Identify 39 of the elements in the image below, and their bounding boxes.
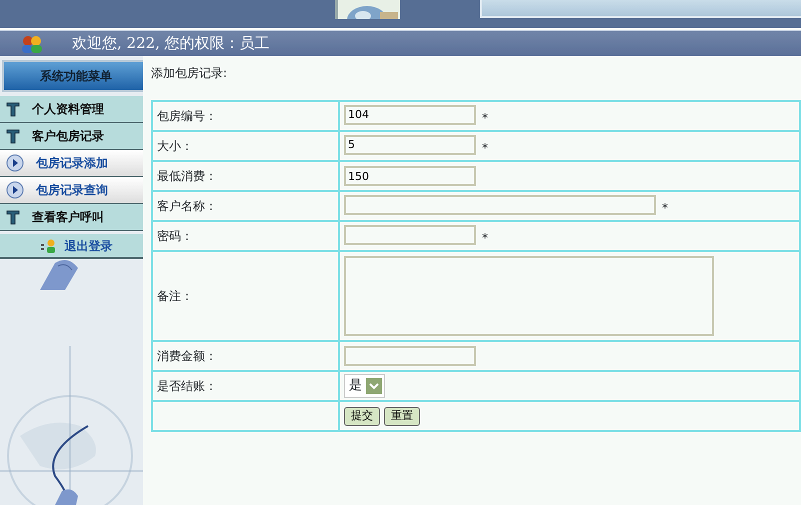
input-field[interactable]: 5 — [344, 134, 476, 155]
field-label: 密码： — [152, 221, 339, 251]
field-label: 消费金额： — [152, 341, 339, 371]
users-icon — [20, 34, 44, 52]
logout-button[interactable]: 退出登录 — [0, 234, 143, 259]
play-icon — [6, 181, 24, 199]
field-label: 大小： — [152, 131, 339, 161]
required-mark: * — [662, 201, 668, 216]
menu-item[interactable]: 查看客户呼叫 — [0, 204, 143, 231]
play-icon — [6, 154, 24, 172]
field-label: 是否结账： — [152, 371, 339, 401]
tool-icon — [6, 209, 20, 225]
mouse-drawing — [40, 258, 80, 290]
field-label: 包房编号： — [152, 101, 339, 131]
required-mark: * — [482, 141, 488, 156]
field-label: 最低消费： — [152, 161, 339, 191]
input-field[interactable] — [344, 224, 476, 245]
remark-field[interactable] — [344, 256, 714, 336]
menu-title-button[interactable]: 系统功能菜单 — [2, 60, 143, 92]
menu-item[interactable]: 包房记录查询 — [0, 177, 143, 204]
form-title: 添加包房记录: — [151, 65, 228, 82]
select-field[interactable]: 是 — [344, 374, 385, 398]
input-field[interactable]: 104 — [344, 104, 476, 125]
menu-item[interactable]: 个人资料管理 — [0, 96, 143, 123]
form-button[interactable]: 提交 — [344, 407, 380, 426]
field-label: 备注： — [152, 251, 339, 341]
user-icon — [40, 238, 56, 252]
input-field[interactable] — [344, 194, 656, 215]
required-mark: * — [482, 231, 488, 246]
menu-item[interactable]: 包房记录添加 — [0, 150, 143, 177]
input-field[interactable] — [344, 346, 476, 366]
field-label: 客户名称： — [152, 191, 339, 221]
required-mark: * — [482, 111, 488, 126]
form-button[interactable]: 重置 — [384, 407, 420, 426]
input-field[interactable]: 150 — [344, 166, 476, 186]
tool-icon — [6, 101, 20, 117]
welcome-text: 欢迎您, 222, 您的权限：员工 — [72, 33, 270, 54]
tool-icon — [6, 128, 20, 144]
menu-item[interactable]: 客户包房记录 — [0, 123, 143, 150]
